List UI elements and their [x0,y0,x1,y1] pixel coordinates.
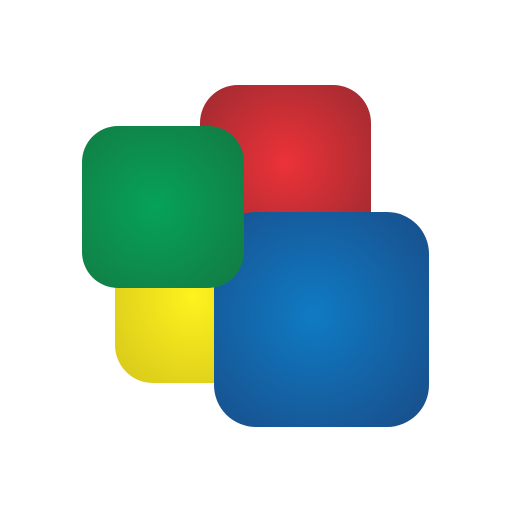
blue-square [214,212,429,427]
green-square [82,126,244,288]
overlapping-squares-logo-icon [82,85,429,427]
logo-canvas [0,0,512,512]
